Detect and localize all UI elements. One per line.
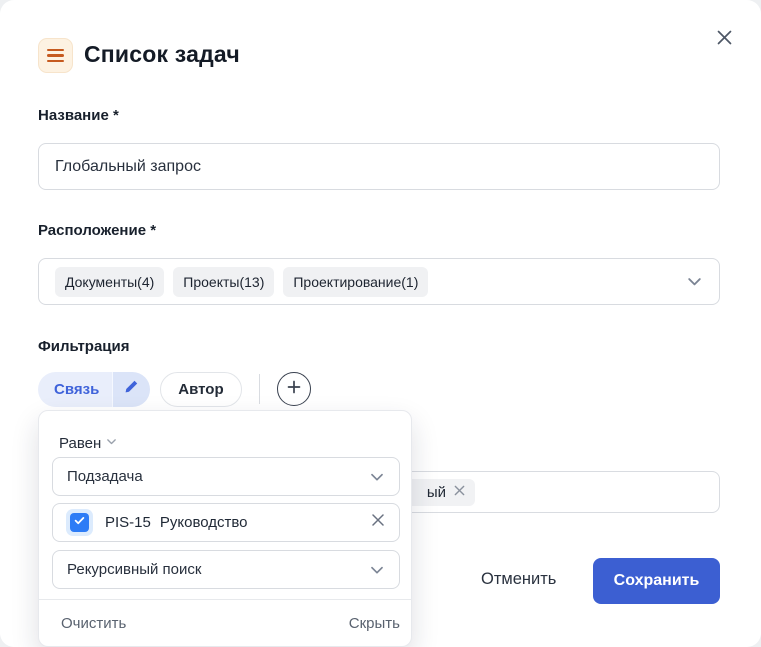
task-checkbox[interactable] <box>66 509 93 536</box>
operator-label: Равен <box>59 435 101 452</box>
filter-chip-label: Автор <box>178 381 223 398</box>
chevron-down-icon <box>105 435 118 452</box>
divider <box>39 599 411 600</box>
obscured-chip-text: ый <box>427 484 446 501</box>
selected-task-row: PIS-15 Руководство <box>52 503 400 542</box>
task-name: Руководство <box>160 514 248 531</box>
menu-bar <box>47 60 64 63</box>
filter-chip-svyaz[interactable]: Связь <box>38 372 150 407</box>
x-icon[interactable] <box>453 484 466 501</box>
edit-pencil-icon <box>124 379 139 399</box>
chevron-down-icon <box>686 273 703 290</box>
checkbox-checked <box>70 513 89 532</box>
filter-chip-label[interactable]: Связь <box>38 372 112 407</box>
divider <box>259 374 260 404</box>
hide-button[interactable]: Скрыть <box>349 615 400 632</box>
filtration-label: Фильтрация <box>38 338 130 355</box>
close-icon <box>715 28 734 52</box>
edit-filter-button[interactable] <box>112 372 150 407</box>
subtask-type-select[interactable]: Подзадача <box>52 457 400 496</box>
menu-bar <box>47 49 64 52</box>
page-title: Список задач <box>84 41 240 68</box>
name-input[interactable] <box>38 143 720 190</box>
menu-bar <box>47 54 64 57</box>
chevron-down-icon <box>369 469 385 485</box>
filter-popover: Равен Подзадача PIS-15 Руководство <box>38 410 412 647</box>
checkmark-icon <box>73 514 86 532</box>
required-mark: * <box>113 107 119 124</box>
menu-icon[interactable] <box>38 38 73 73</box>
save-button[interactable]: Сохранить <box>593 558 720 604</box>
required-mark: * <box>150 222 156 239</box>
name-label-text: Название <box>38 107 109 124</box>
plus-icon <box>286 379 302 400</box>
filter-chips-row: Связь Автор <box>38 371 311 407</box>
chevron-down-icon <box>369 562 385 578</box>
operator-select[interactable]: Равен <box>59 435 118 452</box>
cancel-button[interactable]: Отменить <box>481 568 556 591</box>
task-list-dialog: Список задач Название * Расположение * Д… <box>0 0 761 647</box>
location-select[interactable]: Документы(4) Проекты(13) Проектирование(… <box>38 258 720 305</box>
location-field-label: Расположение * <box>38 222 156 239</box>
popover-footer: Очистить Скрыть <box>61 615 400 632</box>
name-field-label: Название * <box>38 107 119 124</box>
search-mode-value: Рекурсивный поиск <box>67 561 201 578</box>
subtask-type-value: Подзадача <box>67 468 143 485</box>
location-label-text: Расположение <box>38 222 146 239</box>
remove-task-button[interactable] <box>370 512 386 533</box>
clear-button[interactable]: Очистить <box>61 615 126 632</box>
add-filter-button[interactable] <box>277 372 311 406</box>
search-mode-select[interactable]: Рекурсивный поиск <box>52 550 400 589</box>
x-icon <box>370 512 386 533</box>
close-button[interactable] <box>710 26 738 54</box>
task-code: PIS-15 <box>105 514 151 531</box>
filter-chip-avtor[interactable]: Автор <box>160 372 241 407</box>
location-chip: Документы(4) <box>55 267 164 297</box>
location-chip: Проектирование(1) <box>283 267 428 297</box>
location-chip: Проекты(13) <box>173 267 274 297</box>
